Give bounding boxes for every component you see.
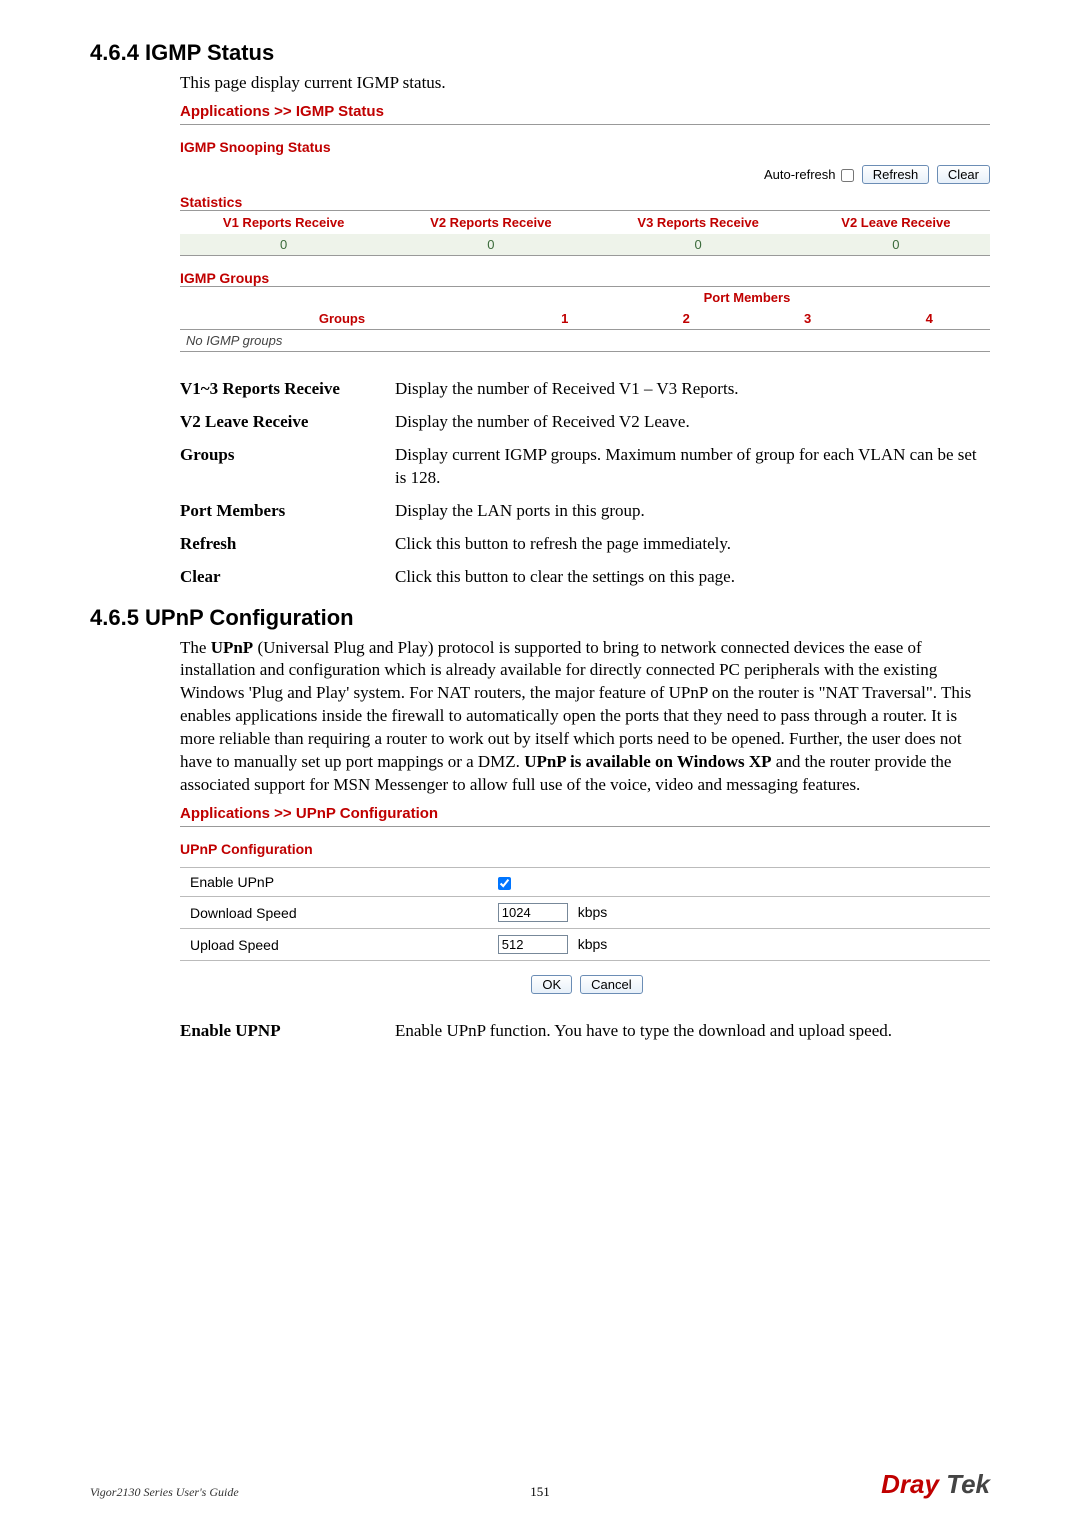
def-desc: Display current IGMP groups. Maximum num… [395, 444, 990, 490]
upload-speed-label: Upload Speed [180, 929, 488, 961]
divider [180, 826, 990, 827]
upnp-paragraph: The UPnP (Universal Plug and Play) proto… [180, 637, 990, 798]
def-desc: Display the number of Received V1 – V3 R… [395, 378, 990, 401]
def-term: Refresh [180, 533, 395, 556]
stats-value-v2: 0 [387, 234, 594, 256]
stats-header-v2: V2 Reports Receive [387, 210, 594, 234]
stats-header-v2leave: V2 Leave Receive [802, 210, 990, 234]
stats-value-v2leave: 0 [802, 234, 990, 256]
auto-refresh-label: Auto-refresh [764, 167, 836, 182]
groups-header: Groups [180, 286, 504, 329]
def-desc: Click this button to refresh the page im… [395, 533, 990, 556]
igmp-groups-table: Groups Port Members 1 2 3 4 No IGMP grou… [180, 286, 990, 352]
port-col-1: 1 [504, 308, 625, 330]
screenshot-upnp: Applications >> UPnP Configuration UPnP … [180, 805, 990, 994]
divider [180, 124, 990, 125]
port-col-2: 2 [625, 308, 746, 330]
section-heading-igmp-status: 4.6.4 IGMP Status [90, 40, 990, 66]
stats-value-v3: 0 [595, 234, 802, 256]
ok-button[interactable]: OK [531, 975, 572, 994]
def-term: V2 Leave Receive [180, 411, 395, 434]
unit-label: kbps [578, 904, 608, 920]
download-speed-label: Download Speed [180, 897, 488, 929]
def-term: Port Members [180, 500, 395, 523]
footer-page-number: 151 [530, 1484, 550, 1500]
intro-text: This page display current IGMP status. [180, 72, 990, 95]
definitions-upnp: Enable UPNPEnable UPnP function. You hav… [180, 1020, 990, 1043]
upload-speed-input[interactable] [498, 935, 568, 954]
enable-upnp-checkbox[interactable] [498, 877, 511, 890]
def-term: Groups [180, 444, 395, 490]
no-groups-row: No IGMP groups [180, 329, 990, 351]
def-term: V1~3 Reports Receive [180, 378, 395, 401]
panel-title-upnp: UPnP Configuration [180, 841, 990, 857]
def-term: Enable UPNP [180, 1020, 395, 1043]
igmp-groups-title: IGMP Groups [180, 270, 990, 286]
cancel-button[interactable]: Cancel [580, 975, 642, 994]
port-col-4: 4 [868, 308, 990, 330]
screenshot-igmp-status: Applications >> IGMP Status IGMP Snoopin… [180, 103, 990, 352]
definitions-igmp: V1~3 Reports ReceiveDisplay the number o… [180, 378, 990, 589]
download-speed-input[interactable] [498, 903, 568, 922]
statistics-title: Statistics [180, 194, 990, 210]
page-footer: Vigor2130 Series User's Guide 151 Dray T… [90, 1469, 990, 1500]
breadcrumb: Applications >> IGMP Status [180, 103, 990, 120]
clear-button[interactable]: Clear [937, 165, 990, 184]
panel-title-snooping: IGMP Snooping Status [180, 139, 990, 155]
port-col-3: 3 [747, 308, 868, 330]
refresh-button[interactable]: Refresh [862, 165, 930, 184]
def-desc: Display the LAN ports in this group. [395, 500, 990, 523]
def-desc: Click this button to clear the settings … [395, 566, 990, 589]
enable-upnp-label: Enable UPnP [180, 868, 488, 897]
stats-value-v1: 0 [180, 234, 387, 256]
auto-refresh-checkbox[interactable] [841, 169, 854, 182]
stats-header-v1: V1 Reports Receive [180, 210, 387, 234]
breadcrumb-upnp: Applications >> UPnP Configuration [180, 805, 990, 822]
def-term: Clear [180, 566, 395, 589]
def-desc: Enable UPnP function. You have to type t… [395, 1020, 990, 1043]
footer-logo: Dray Tek [881, 1469, 990, 1500]
stats-header-v3: V3 Reports Receive [595, 210, 802, 234]
port-members-header: Port Members [504, 286, 990, 308]
statistics-table: V1 Reports Receive V2 Reports Receive V3… [180, 210, 990, 256]
def-desc: Display the number of Received V2 Leave. [395, 411, 990, 434]
unit-label: kbps [578, 936, 608, 952]
section-heading-upnp: 4.6.5 UPnP Configuration [90, 605, 990, 631]
footer-left: Vigor2130 Series User's Guide [90, 1485, 239, 1500]
upnp-form-table: Enable UPnP Download Speed kbps Upload S… [180, 867, 990, 961]
